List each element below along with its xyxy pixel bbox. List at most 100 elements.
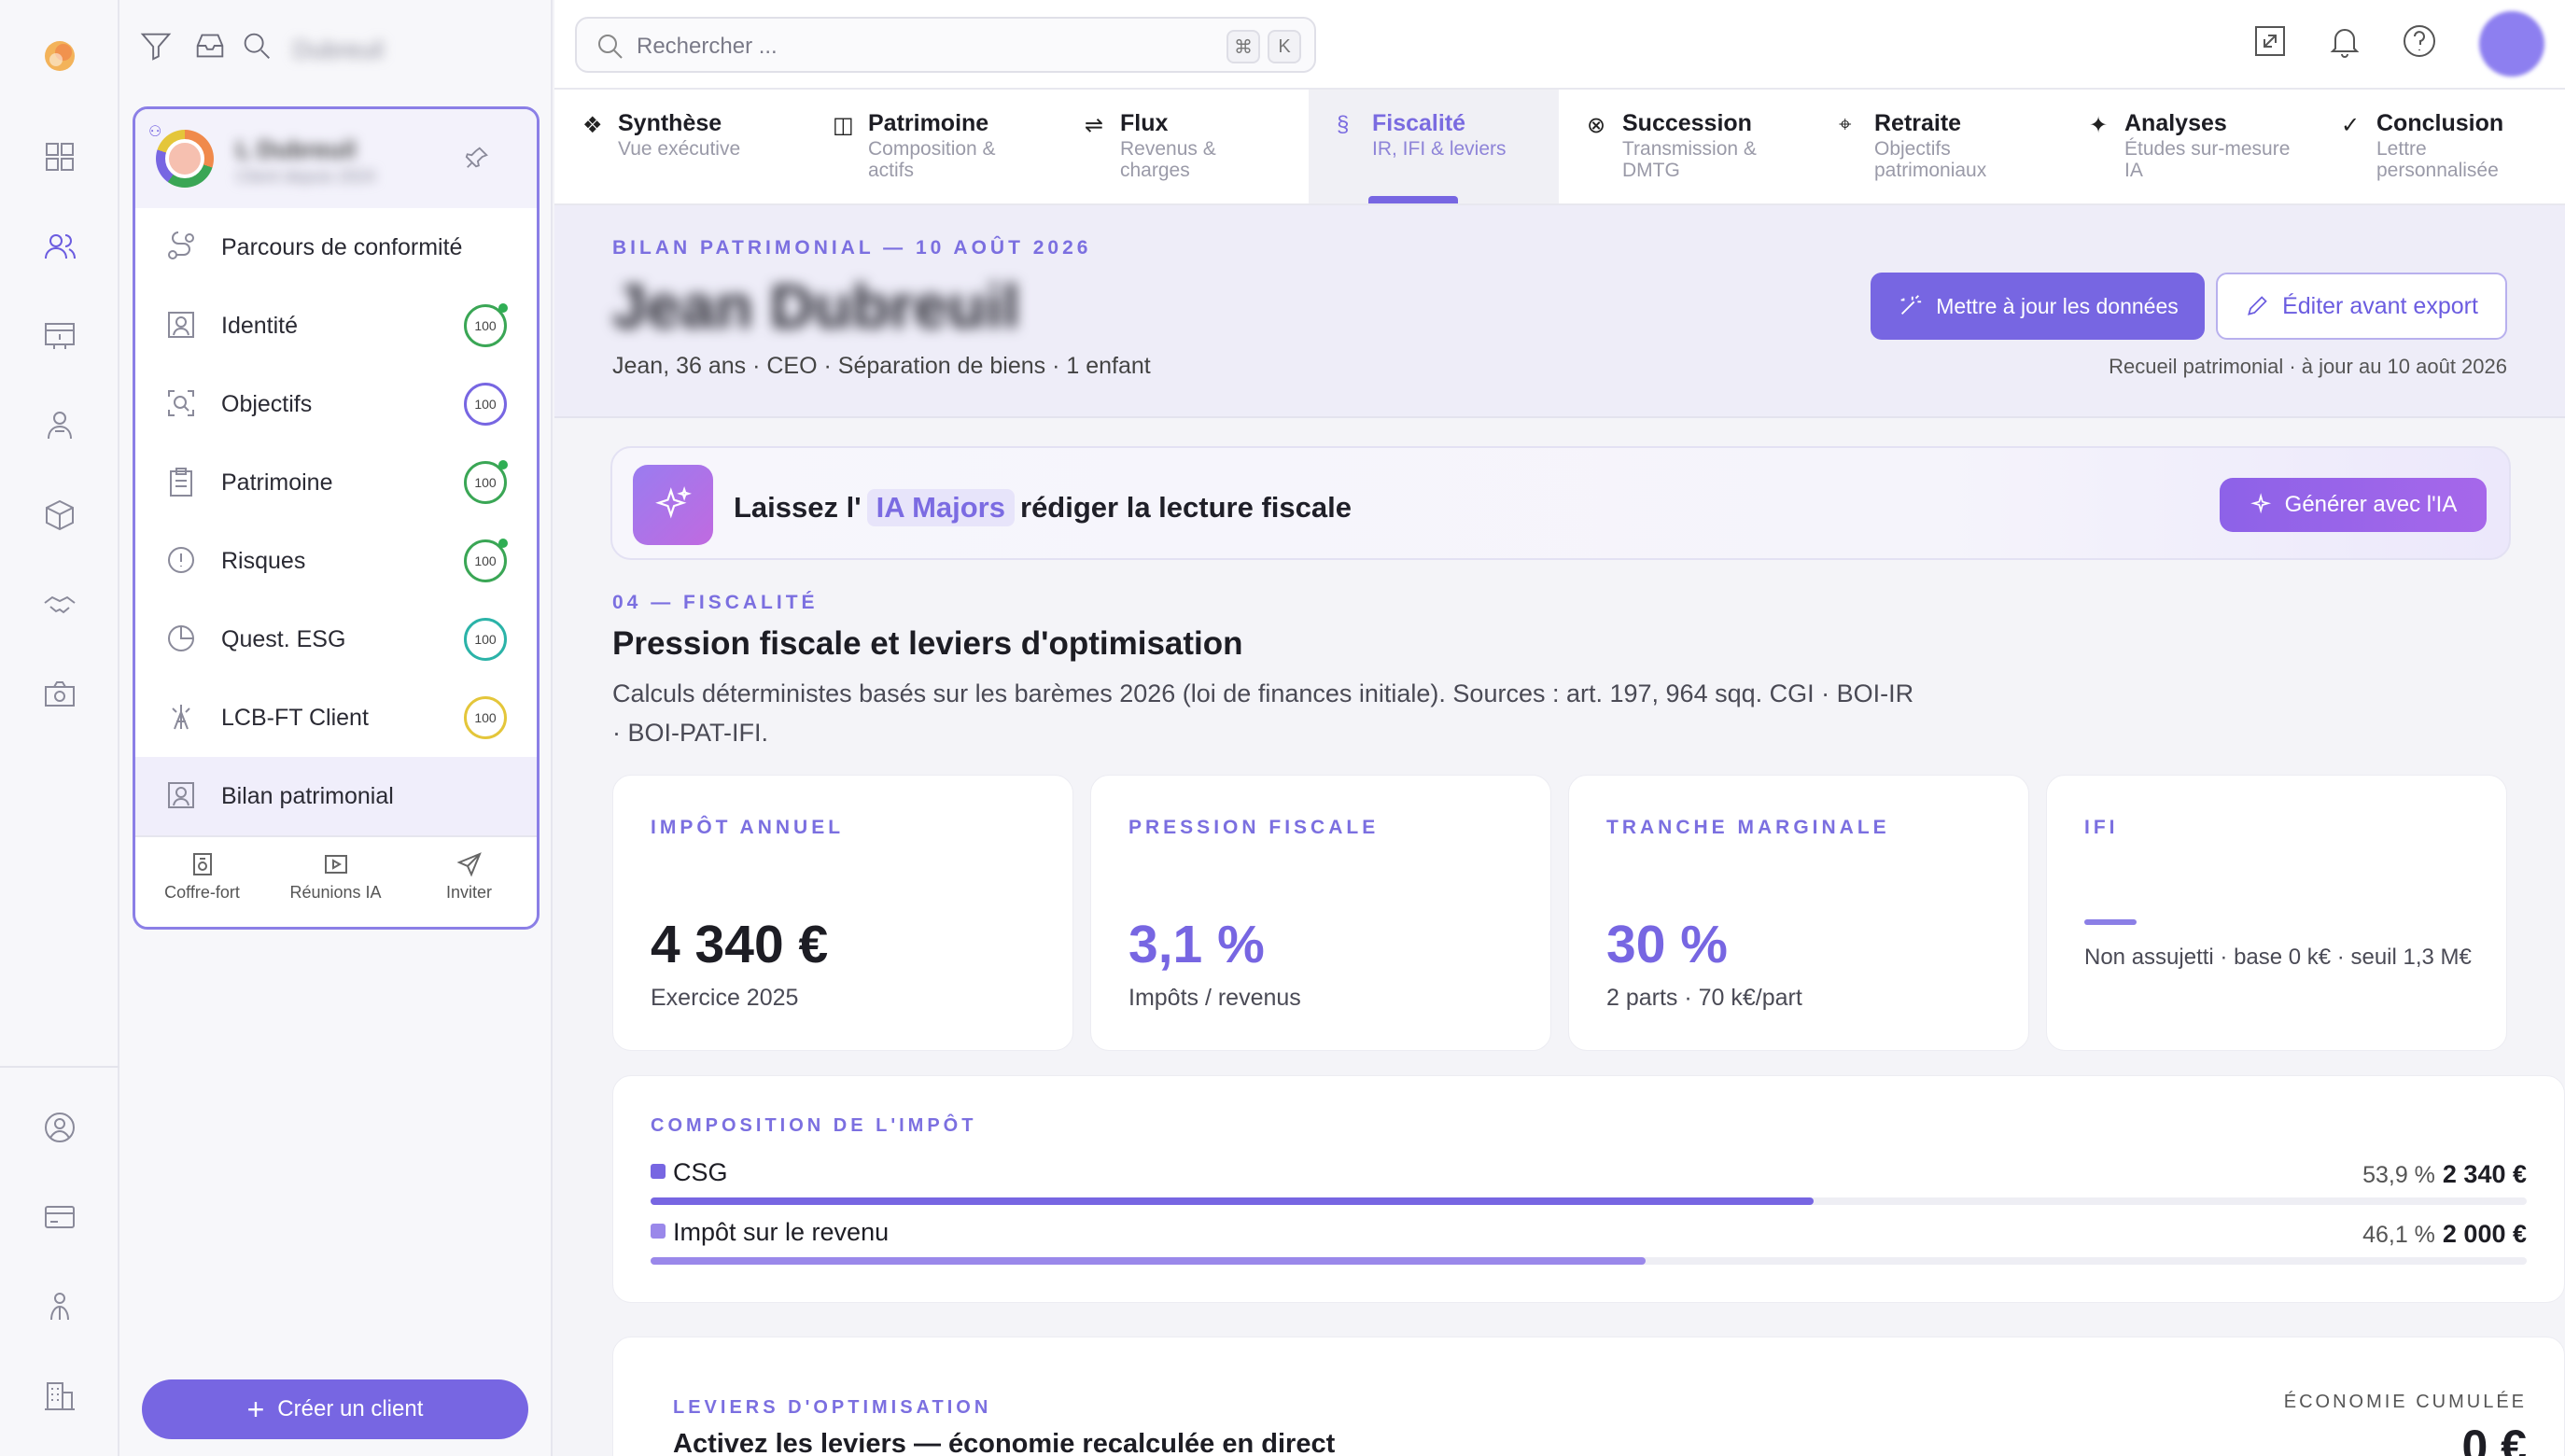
report-header: BILAN PATRIMONIAL — 10 AOÛT 2026 Jean Du… [554,205,2565,418]
dashboard-icon[interactable] [34,131,86,183]
nav-item-bilan[interactable]: Bilan patrimonial [135,757,537,835]
savings-label: ÉCONOMIE CUMULÉE [2283,1392,2527,1412]
video-icon [324,855,347,874]
arrows-icon: ⇌ [1085,113,1104,138]
tab-retraite[interactable]: ⌖ Retraite Objectifs patrimoniaux [1811,90,2061,203]
tab-fiscalite[interactable]: § Fiscalité IR, IFI & leviers [1309,90,1559,203]
kbd-k: K [1268,30,1301,63]
product-box-icon[interactable] [34,489,86,541]
score-badge: 100 [464,539,508,582]
kpi-value: 4 340 € [651,915,829,974]
tax-composition-card: COMPOSITION DE L'IMPÔT CSG 53,9 % 2 340 €… [612,1075,2565,1303]
nav-item-patrimoine[interactable]: Patrimoine 100 [135,443,537,522]
kbd-cmd: ⌘ [1226,30,1260,63]
pin-icon[interactable] [464,145,492,173]
filter-icon[interactable] [138,28,179,69]
score-badge: 100 [464,696,507,739]
bell-icon[interactable] [2326,22,2371,67]
sparkles-icon [633,465,713,545]
magic-wand-icon [1900,295,1922,315]
columns-icon: ◫ [833,113,854,138]
advisor-icon[interactable] [34,399,86,452]
rail-divider [0,1066,119,1068]
account-icon[interactable] [34,1101,86,1154]
search-icon [598,35,623,59]
kpi-impot-annuel: IMPÔT ANNUEL 4 340 € Exercice 2025 [612,775,1073,1051]
client-card-sub: Client depuis 2024 [236,167,376,186]
kpi-label: IFI [2084,817,2119,838]
help-icon[interactable] [2401,22,2446,67]
nav-item-conformite[interactable]: Parcours de conformité [135,208,537,287]
client-avatar[interactable] [156,130,214,188]
global-search-input[interactable]: Rechercher ... ⌘ K [575,17,1316,73]
client-card-name: L Dubreuil [236,135,357,163]
top-bar: Rechercher ... ⌘ K [554,0,2565,90]
ia-banner: Laissez l' IA Majors rédiger la lecture fi… [610,446,2511,560]
app-logo-icon[interactable] [34,30,86,82]
section-eyebrow: 04 — FISCALITÉ [612,592,819,613]
client-type-icon: ⚇ [148,124,162,140]
clients-icon[interactable] [34,220,86,273]
data-freshness-note: Recueil patrimonial · à jour au 10 août … [2109,355,2507,378]
composition-row-label: Impôt sur le revenu [651,1218,889,1247]
building-icon[interactable] [34,1370,86,1422]
savings-value: 0 € [2461,1421,2527,1456]
clipboard-icon [165,466,199,499]
edit-before-export-button[interactable]: Éditer avant export [2216,273,2507,340]
update-data-button[interactable]: Mettre à jour les données [1871,273,2205,340]
nav-item-esg[interactable]: Quest. ESG 100 [135,600,537,679]
handshake-icon[interactable] [34,579,86,631]
team-icon[interactable] [34,1281,86,1333]
plus-icon: + [246,1393,265,1426]
billing-icon[interactable] [34,1191,86,1243]
tower-icon [165,701,199,735]
kpi-sub: Impôts / revenus [1128,985,1301,1011]
tab-patrimoine[interactable]: ◫ Patrimoine Composition & actifs [805,90,1055,203]
pencil-icon [2248,296,2267,315]
target-search-icon [165,387,199,421]
camera-icon[interactable] [34,668,86,721]
nav-item-objectifs[interactable]: Objectifs 100 [135,365,537,443]
score-badge: 100 [464,460,508,504]
footer-reunions-ia[interactable]: Réunions IA [269,837,402,927]
client-card-header: ⚇ L Dubreuil Client depuis 2024 [135,109,537,208]
score-badge: 100 [464,303,508,347]
kpi-label: PRESSION FISCALE [1128,817,1380,838]
panel-search-text[interactable]: Dubreuil [293,35,384,64]
footer-inviter[interactable]: Inviter [402,837,536,927]
nav-item-label: Parcours de conformité [221,233,463,260]
search-icon[interactable] [239,28,280,69]
rings-icon: ⊗ [1587,113,1606,138]
composition-row-label: CSG [651,1158,728,1187]
tab-succession[interactable]: ⊗ Succession Transmission & DMTG [1559,90,1809,203]
inbox-icon[interactable] [192,28,233,69]
kpi-label: IMPÔT ANNUEL [651,817,845,838]
tab-synthese[interactable]: ❖ Synthèse Vue exécutive [554,90,805,203]
kpi-value: 3,1 % [1128,915,1265,974]
tab-analyses[interactable]: ✦ Analyses Études sur-mesure IA [2061,90,2311,203]
nav-item-label: Quest. ESG [221,625,346,652]
tab-flux[interactable]: ⇌ Flux Revenus & charges [1057,90,1307,203]
kpi-sub: 2 parts · 70 k€/part [1606,985,1802,1011]
create-client-button[interactable]: + Créer un client [142,1379,528,1439]
nav-item-risques[interactable]: Risques 100 [135,522,537,600]
tab-conclusion[interactable]: ✓ Conclusion Lettre personnalisée [2313,90,2563,203]
nav-item-lcbft[interactable]: LCB-FT Client 100 [135,679,537,757]
composition-bar-track [651,1197,2527,1205]
generate-with-ia-button[interactable]: Générer avec l'IA [2220,478,2487,532]
nav-item-label: Risques [221,547,306,574]
composition-bar-ir [651,1257,1646,1265]
portrait-icon [165,779,199,813]
expand-icon[interactable] [2251,22,2296,67]
composition-bar-csg [651,1197,1814,1205]
sparkle-icon [2250,493,2271,514]
nav-item-identite[interactable]: Identité 100 [135,287,537,365]
nav-item-label: LCB-FT Client [221,704,369,731]
kpi-empty-dash [2084,919,2137,925]
user-avatar[interactable] [2479,11,2544,77]
score-badge: 100 [464,618,507,661]
nav-item-label: Bilan patrimonial [221,782,394,809]
score-badge: 100 [464,383,507,426]
footer-coffre-fort[interactable]: Coffre-fort [135,837,269,927]
board-icon[interactable] [34,310,86,362]
